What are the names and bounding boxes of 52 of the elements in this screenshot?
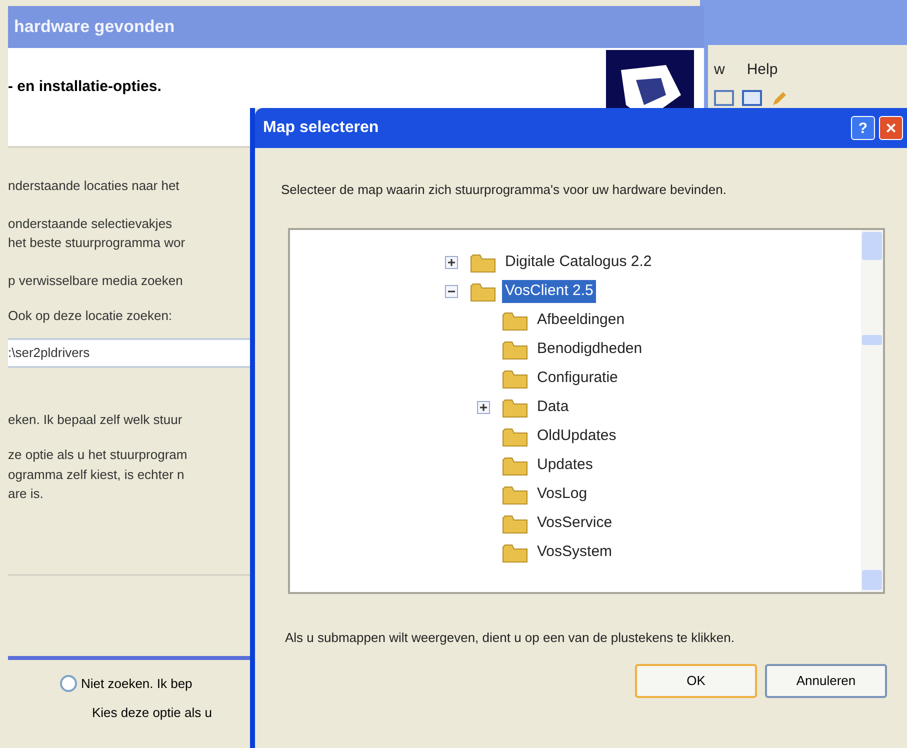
body-text: onderstaande selectievakjes <box>8 214 172 233</box>
folder-icon <box>502 426 528 448</box>
collapse-toggle[interactable] <box>444 285 458 298</box>
dialog-title: Map selecteren <box>263 118 379 138</box>
dialog-description: Selecteer de map waarin zich stuurprogramma's voor uw hardware bevinden. <box>280 181 728 199</box>
body-text: p verwisselbare media zoeken <box>8 272 183 290</box>
folder-icon <box>502 310 528 332</box>
folder-icon <box>502 396 528 418</box>
folder-item[interactable]: Afbeeldingen <box>534 309 628 332</box>
folder-icon <box>502 484 528 506</box>
scrollbar[interactable] <box>861 230 883 592</box>
folder-icon <box>470 280 496 302</box>
folder-item[interactable]: Data <box>534 396 572 419</box>
folder-icon <box>502 368 528 390</box>
body-text: Kies deze optie als u <box>91 704 213 722</box>
menu-item[interactable]: Help <box>746 59 778 82</box>
folder-tree[interactable]: Digitale Catalogus 2.2 VosClient 2.5 Afbeeldingen Benodigdheden Configuratie Data OldUpdates Updates VosLog VosService VosSystem <box>288 228 885 594</box>
folder-item[interactable]: VosLog <box>534 483 590 506</box>
folder-item[interactable]: OldUpdates <box>534 425 620 448</box>
folder-item[interactable]: VosClient 2.5 <box>502 280 596 303</box>
body-text: ze optie als u het stuurprogram <box>8 446 188 464</box>
menu-item[interactable]: w <box>714 59 725 82</box>
body-text: are is. <box>8 485 44 503</box>
expand-toggle[interactable] <box>476 401 490 414</box>
folder-icon <box>470 252 496 274</box>
folder-item[interactable]: VosSystem <box>534 541 616 564</box>
close-button[interactable]: × <box>879 116 903 140</box>
window-title: hardware gevonden <box>14 16 175 38</box>
toolbar-icon[interactable] <box>714 90 734 106</box>
hint-text: Als u submappen wilt weergeven, dient u op een van de plustekens te klikken. <box>284 629 736 647</box>
cancel-button[interactable]: Annuleren <box>765 664 887 698</box>
folder-item[interactable]: Digitale Catalogus 2.2 <box>502 251 655 274</box>
help-button[interactable]: ? <box>851 116 875 140</box>
header-title: - en installatie-opties. <box>8 77 162 97</box>
folder-item[interactable]: Benodigdheden <box>534 338 646 361</box>
body-text: Ook op deze locatie zoeken: <box>8 307 172 325</box>
radio-button[interactable] <box>60 674 77 692</box>
body-text: ogramma zelf kiest, is echter n <box>8 466 184 484</box>
folder-item[interactable]: Configuratie <box>534 367 621 390</box>
body-text: het beste stuurprogramma wor <box>8 234 186 252</box>
folder-icon <box>502 542 528 564</box>
folder-icon <box>502 338 528 360</box>
ok-button[interactable]: OK <box>635 664 757 698</box>
radio-label: Niet zoeken. Ik bep <box>81 674 192 693</box>
toolbar-icon[interactable] <box>742 90 762 106</box>
folder-icon <box>502 512 528 534</box>
body-text: nderstaande locaties naar het <box>8 177 180 195</box>
folder-icon <box>502 454 528 476</box>
body-text: eken. Ik bepaal zelf welk stuur <box>8 410 182 429</box>
folder-item[interactable]: VosService <box>534 512 616 535</box>
expand-toggle[interactable] <box>444 256 458 269</box>
folder-item[interactable]: Updates <box>534 454 596 477</box>
